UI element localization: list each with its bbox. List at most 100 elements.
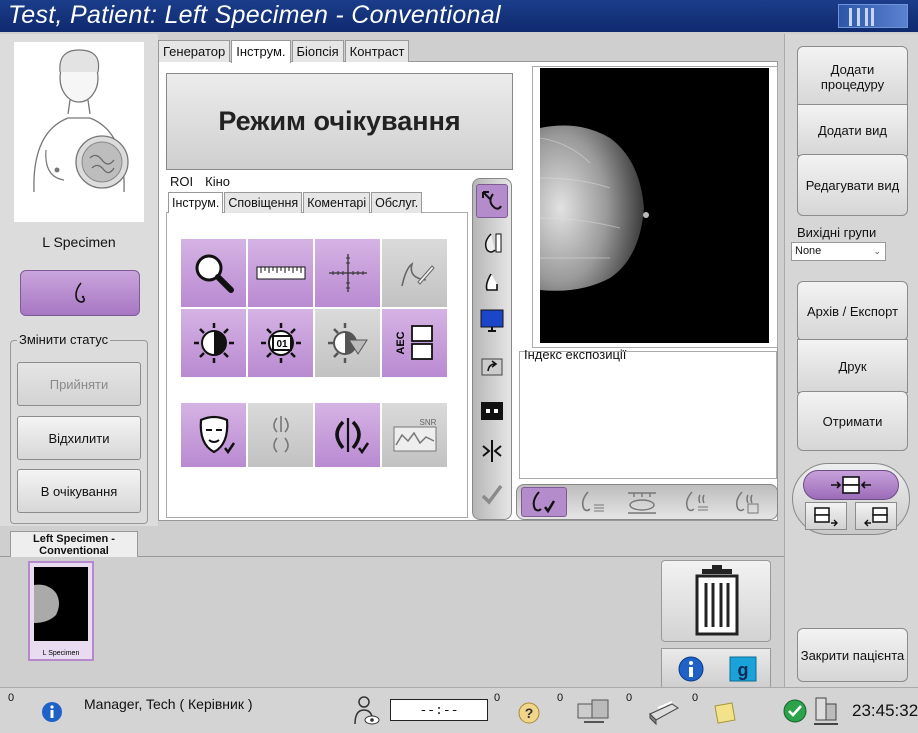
tab-service[interactable]: Обслуг. bbox=[371, 192, 423, 213]
tab-cine[interactable]: Кіно bbox=[205, 174, 230, 189]
change-status-legend: Змінити статус bbox=[17, 332, 111, 347]
send-button[interactable] bbox=[476, 352, 508, 386]
tab-tools-sub[interactable]: Інструм. bbox=[168, 192, 224, 213]
thumbnail-image[interactable]: L Specimen bbox=[28, 561, 94, 661]
tab-generator[interactable]: Генератор bbox=[158, 40, 231, 62]
help-status-button[interactable]: ? bbox=[516, 700, 542, 726]
computer-icon bbox=[814, 697, 838, 725]
compression-paddle-icon bbox=[628, 492, 656, 514]
specimen-label: L Specimen bbox=[42, 234, 116, 250]
window-title: Test, Patient: Left Specimen - Conventio… bbox=[8, 1, 501, 29]
print-count: 0 bbox=[692, 692, 699, 704]
transfer-icon bbox=[577, 699, 609, 723]
output-groups-select[interactable]: None ⌄ bbox=[791, 242, 886, 261]
exposure-index-box bbox=[519, 351, 777, 479]
guide-icon: g bbox=[729, 656, 757, 682]
pending-button[interactable]: В очікування bbox=[17, 469, 141, 513]
tab-biopsy[interactable]: Біопсія bbox=[291, 40, 344, 62]
flip-tool-button[interactable] bbox=[314, 402, 381, 468]
tab-comments[interactable]: Коментарі bbox=[303, 192, 371, 213]
timer-count: 0 bbox=[494, 692, 501, 704]
operator-icon[interactable] bbox=[352, 694, 382, 728]
notes-status-button[interactable] bbox=[712, 700, 738, 726]
monitor-button[interactable] bbox=[476, 304, 508, 338]
add-view-button[interactable]: Додати вид bbox=[797, 104, 908, 156]
tool-grid: 01 AEC bbox=[180, 238, 448, 378]
snr-tool-button[interactable]: SNR bbox=[381, 402, 448, 468]
transfer-status-button[interactable] bbox=[574, 696, 612, 726]
contrast-tool-button[interactable] bbox=[180, 308, 247, 378]
face-mask-icon bbox=[199, 415, 235, 455]
view-button-3[interactable] bbox=[619, 487, 665, 517]
flip-view-button[interactable] bbox=[476, 434, 508, 468]
retrieve-button[interactable]: Отримати bbox=[797, 391, 908, 451]
aec-icon: AEC bbox=[395, 325, 433, 360]
mammogram-image[interactable] bbox=[539, 68, 769, 343]
layout-selector bbox=[792, 463, 910, 535]
print-status-button[interactable] bbox=[644, 696, 682, 726]
accept-view-button[interactable] bbox=[476, 478, 508, 512]
print-button[interactable]: Друк bbox=[797, 339, 908, 393]
crosshair-tool-button[interactable] bbox=[314, 238, 381, 308]
specimen-view-button[interactable] bbox=[20, 270, 140, 316]
window-level-tool-button[interactable]: 01 bbox=[247, 308, 314, 378]
magnifier-tool-button[interactable] bbox=[180, 238, 247, 308]
view-button-5[interactable] bbox=[724, 487, 770, 517]
view-button-4[interactable] bbox=[674, 487, 720, 517]
close-patient-button[interactable]: Закрити пацієнта bbox=[797, 628, 908, 682]
guide-button[interactable]: g bbox=[728, 655, 758, 683]
tile-button[interactable] bbox=[476, 394, 508, 428]
tab-tools[interactable]: Інструм. bbox=[231, 40, 291, 63]
breast-layers-icon bbox=[685, 491, 708, 512]
implant-tool-button[interactable] bbox=[247, 402, 314, 468]
freehand-tool-button[interactable] bbox=[381, 238, 448, 308]
dual-layout-right-button[interactable] bbox=[855, 502, 897, 530]
svg-text:?: ? bbox=[525, 705, 534, 721]
layout-left-icon bbox=[814, 507, 838, 527]
crosshair-icon bbox=[328, 254, 367, 292]
breast-stack-icon bbox=[735, 491, 759, 514]
single-layout-button[interactable] bbox=[803, 470, 899, 500]
gray-invert-tool-button[interactable] bbox=[314, 308, 381, 378]
view-button-1[interactable] bbox=[521, 487, 567, 517]
network-status-icon[interactable] bbox=[812, 694, 840, 728]
trash-button[interactable] bbox=[661, 560, 771, 642]
accept-button[interactable]: Прийняти bbox=[17, 362, 141, 406]
status-info-button[interactable] bbox=[40, 700, 64, 724]
aec-tool-button[interactable]: AEC bbox=[381, 308, 448, 378]
edit-view-button[interactable]: Редагувати вид bbox=[797, 154, 908, 216]
transfer-count: 0 bbox=[626, 692, 633, 704]
tab-roi[interactable]: ROI bbox=[170, 174, 193, 189]
view-mode-button[interactable] bbox=[476, 226, 508, 260]
add-procedure-button[interactable]: Додати процедуру bbox=[797, 46, 908, 108]
output-groups-value: None bbox=[795, 245, 822, 257]
printer-icon bbox=[649, 701, 679, 726]
archive-export-button[interactable]: Архів / Експорт bbox=[797, 281, 908, 341]
chevron-down-icon: ⌄ bbox=[873, 246, 881, 256]
compression-button[interactable] bbox=[476, 266, 508, 300]
compression-icon bbox=[485, 273, 498, 291]
info-button[interactable] bbox=[676, 655, 706, 683]
ruler-tool-button[interactable] bbox=[247, 238, 314, 308]
check-icon bbox=[481, 484, 503, 505]
help-buttons: g bbox=[661, 648, 771, 688]
gray-invert-icon bbox=[327, 323, 368, 363]
tab-contrast[interactable]: Контраст bbox=[344, 40, 410, 62]
body-diagram bbox=[14, 42, 144, 222]
breast-check-icon bbox=[532, 491, 556, 514]
monitor-icon bbox=[480, 309, 504, 332]
tab-alerts[interactable]: Сповіщення bbox=[224, 192, 303, 213]
flip-icon bbox=[334, 418, 369, 455]
clock: 23:45:32 bbox=[852, 701, 918, 720]
magnifier-icon bbox=[195, 254, 234, 293]
dual-layout-left-button[interactable] bbox=[805, 502, 847, 530]
thumbnail-preview bbox=[34, 567, 88, 641]
face-tool-button[interactable] bbox=[180, 402, 247, 468]
view-button-2[interactable] bbox=[570, 487, 616, 517]
info-icon bbox=[678, 656, 704, 682]
reset-view-button[interactable] bbox=[476, 184, 508, 218]
snr-icon: SNR bbox=[393, 418, 436, 452]
title-bar: Test, Patient: Left Specimen - Conventio… bbox=[0, 0, 918, 32]
reject-button[interactable]: Відхилити bbox=[17, 416, 141, 460]
thumbnail-tab[interactable]: Left Specimen - Conventional bbox=[10, 531, 138, 557]
